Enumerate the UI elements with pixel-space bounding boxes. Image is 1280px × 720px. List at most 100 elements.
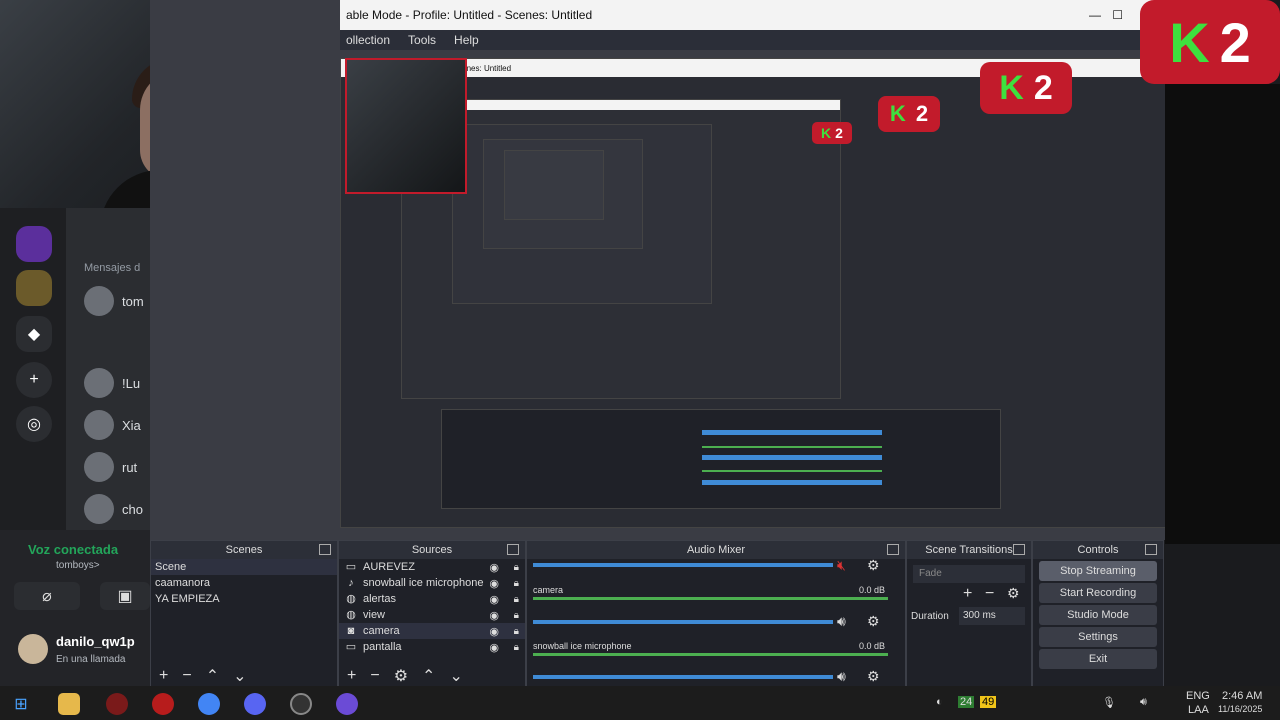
tray-icon[interactable]: ◐ xyxy=(936,696,943,708)
dm-item[interactable]: rut xyxy=(84,452,137,482)
gear-icon[interactable]: ⚙ xyxy=(394,666,408,686)
maximize-button[interactable]: ☐ xyxy=(1112,8,1123,22)
webcam-inset xyxy=(345,58,467,194)
volume-slider[interactable] xyxy=(533,620,833,624)
app-icon[interactable] xyxy=(152,693,174,715)
add-icon[interactable]: + xyxy=(159,667,168,685)
source-item[interactable]: ▭ AUREVEZ ◉ 🔒︎ xyxy=(339,559,525,575)
exit-button[interactable]: Exit xyxy=(1039,649,1157,669)
gear-icon[interactable]: ⚙ xyxy=(867,557,880,574)
start-recording-button[interactable]: Start Recording xyxy=(1039,583,1157,603)
source-item[interactable]: ▭ pantalla ◉ 🔒︎ xyxy=(339,639,525,655)
tray-badge[interactable]: 49 xyxy=(980,696,997,708)
app-icon[interactable] xyxy=(106,693,128,715)
gear-icon[interactable]: ⚙ xyxy=(867,668,880,685)
avatar xyxy=(84,494,114,524)
gear-icon[interactable]: ⚙ xyxy=(1007,585,1020,602)
dm-item[interactable]: Xia xyxy=(84,410,141,440)
stop-streaming-button[interactable]: Stop Streaming xyxy=(1039,561,1157,581)
eye-icon[interactable]: ◉ xyxy=(489,625,499,638)
voice-channel-name[interactable]: tomboys> xyxy=(56,560,100,571)
dm-item[interactable]: cho xyxy=(84,494,143,524)
popout-icon[interactable] xyxy=(1013,544,1025,555)
remove-icon[interactable]: − xyxy=(182,667,191,685)
remove-icon[interactable]: − xyxy=(370,667,379,685)
camera-toggle-button[interactable]: ⌀ xyxy=(14,582,80,610)
popout-icon[interactable] xyxy=(507,544,519,555)
chevron-up-icon[interactable]: ⌃ xyxy=(422,666,435,686)
source-item[interactable]: ◍ view ◉ 🔒︎ xyxy=(339,607,525,623)
studio-mode-button[interactable]: Studio Mode xyxy=(1039,605,1157,625)
popout-icon[interactable] xyxy=(319,544,331,555)
transition-select[interactable]: Fade xyxy=(913,565,1025,583)
duration-input[interactable]: 300 ms xyxy=(959,607,1025,625)
add-server-icon[interactable]: + xyxy=(16,362,52,398)
source-item[interactable]: ◙ camera ◉ 🔒︎ xyxy=(339,623,525,639)
chrome-icon[interactable] xyxy=(198,693,220,715)
eye-icon[interactable]: ◉ xyxy=(489,593,499,606)
eye-icon[interactable]: ◉ xyxy=(489,641,499,654)
add-icon[interactable]: + xyxy=(963,585,972,603)
menu-tools[interactable]: Tools xyxy=(408,33,436,47)
server-icon[interactable] xyxy=(16,270,52,306)
language-indicator[interactable]: ENG xyxy=(1186,690,1210,702)
server-icon[interactable] xyxy=(16,226,52,262)
source-item[interactable]: ◍ alertas ◉ 🔒︎ xyxy=(339,591,525,607)
chevron-down-icon[interactable]: ⌄ xyxy=(449,666,462,686)
scene-item[interactable]: caamanora xyxy=(151,575,337,591)
chevron-up-icon[interactable]: ⌃ xyxy=(206,666,219,686)
screen-share-button[interactable]: ▣ xyxy=(100,582,150,610)
discord-home-icon[interactable]: ◆ xyxy=(16,316,52,352)
clock-date[interactable]: 11/16/2025 xyxy=(1218,704,1262,714)
clock-time[interactable]: 2:46 AM xyxy=(1222,690,1262,702)
windows-start-icon[interactable]: ⊞ xyxy=(10,693,32,715)
dm-header: Mensajes d xyxy=(84,262,141,274)
user-status: En una llamada xyxy=(56,654,126,665)
settings-button[interactable]: Settings xyxy=(1039,627,1157,647)
lock-icon[interactable]: 🔒︎ xyxy=(514,594,519,605)
lock-icon[interactable]: 🔒︎ xyxy=(514,562,519,573)
obs-menu-bar: ollection Tools Help xyxy=(340,30,1165,50)
add-icon[interactable]: + xyxy=(347,667,356,685)
speaker-icon[interactable]: 🔊︎ xyxy=(1140,696,1147,709)
remove-icon[interactable]: − xyxy=(985,585,994,603)
file-explorer-icon[interactable] xyxy=(58,693,80,715)
minimize-button[interactable]: — xyxy=(1089,8,1101,22)
dm-item[interactable]: tom xyxy=(84,286,144,316)
tray-icon[interactable]: 24 xyxy=(958,696,975,708)
popout-icon[interactable] xyxy=(887,544,899,555)
speaker-icon[interactable]: 🔊︎ xyxy=(837,613,846,630)
mixer-channel-name: camera xyxy=(533,585,564,595)
lock-icon[interactable]: 🔒︎ xyxy=(514,642,519,653)
mic-icon[interactable]: 🎙︎ xyxy=(1102,696,1116,709)
menu-help[interactable]: Help xyxy=(454,33,479,47)
source-item[interactable]: ♪ snowball ice microphone ◉ 🔒︎ xyxy=(339,575,525,591)
k2-overlay: K2 xyxy=(980,62,1072,114)
nested-docks xyxy=(441,409,1001,509)
scene-item[interactable]: Scene xyxy=(151,559,337,575)
scene-item[interactable]: YA EMPIEZA xyxy=(151,591,337,607)
gear-icon[interactable]: ⚙ xyxy=(867,613,880,630)
popout-icon[interactable] xyxy=(1145,544,1157,555)
dm-item[interactable]: !Lu xyxy=(84,368,140,398)
nested-obs-preview xyxy=(483,139,643,249)
discord-icon[interactable] xyxy=(244,693,266,715)
volume-slider[interactable] xyxy=(533,563,833,567)
globe-icon: ◍ xyxy=(346,593,356,605)
speaker-icon[interactable]: 🔊︎ xyxy=(837,668,846,685)
menu-collection[interactable]: ollection xyxy=(346,33,390,47)
volume-slider[interactable] xyxy=(533,675,833,679)
globe-icon: ◍ xyxy=(346,609,356,621)
mute-icon[interactable]: 🔇︎ xyxy=(837,557,846,574)
lock-icon[interactable]: 🔒︎ xyxy=(514,626,519,637)
eye-icon[interactable]: ◉ xyxy=(489,561,499,574)
lock-icon[interactable]: 🔒︎ xyxy=(514,578,519,589)
eye-icon[interactable]: ◉ xyxy=(489,577,499,590)
username: danilo_qw1p xyxy=(56,634,135,649)
chevron-down-icon[interactable]: ⌄ xyxy=(233,666,246,686)
app-icon[interactable] xyxy=(336,693,358,715)
explore-icon[interactable]: ◎ xyxy=(16,406,52,442)
obs-icon[interactable] xyxy=(290,693,312,715)
eye-icon[interactable]: ◉ xyxy=(489,609,499,622)
lock-icon[interactable]: 🔒︎ xyxy=(514,610,519,621)
